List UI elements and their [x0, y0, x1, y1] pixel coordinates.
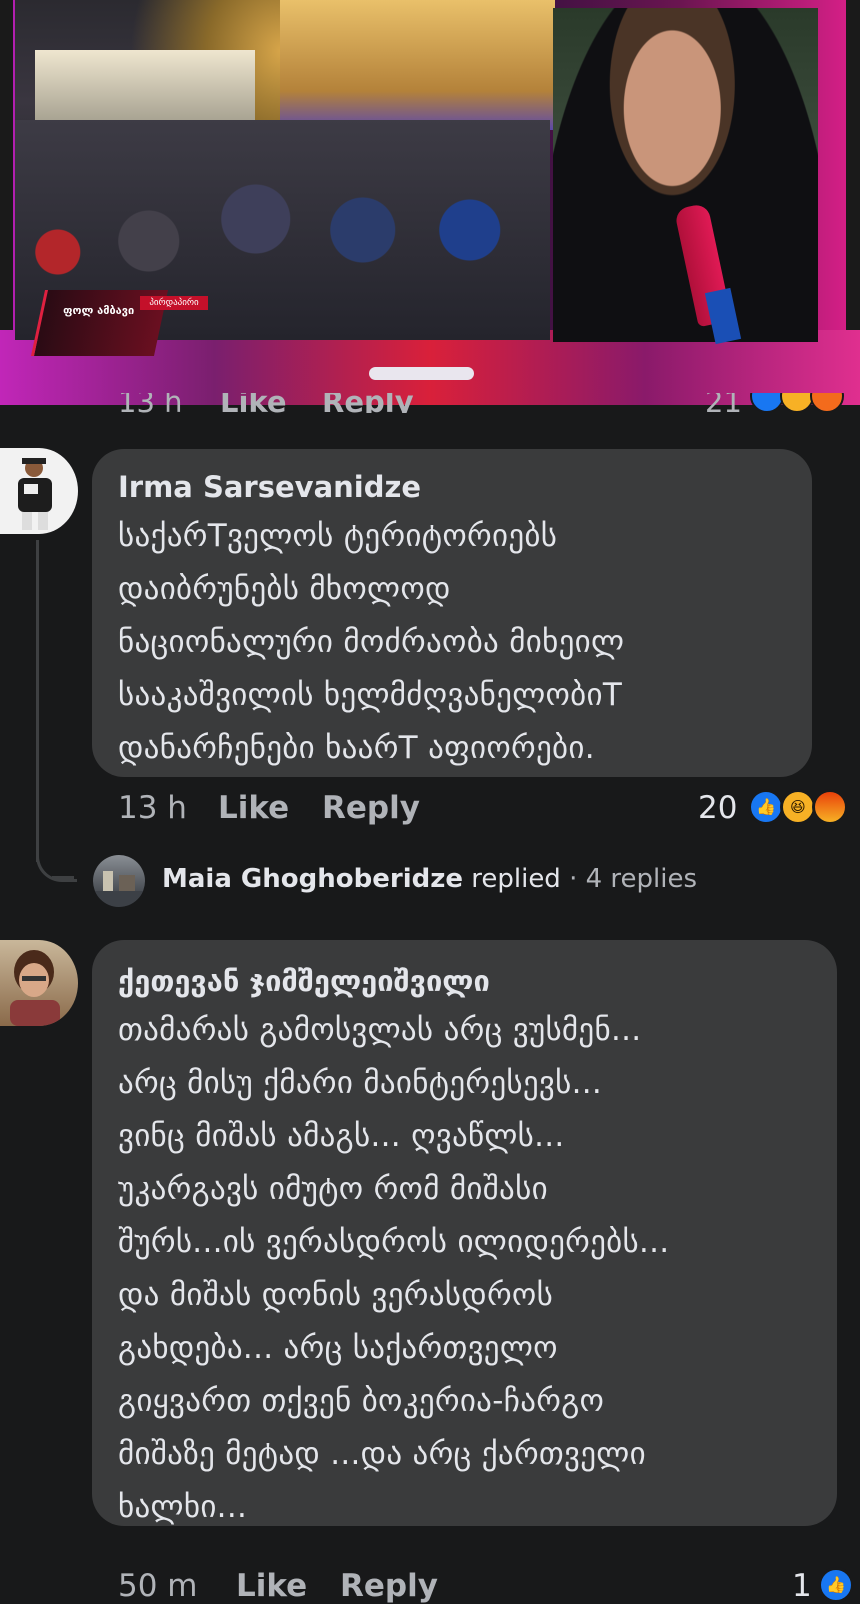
- reporter-video-pane: [553, 8, 818, 342]
- reply-author: Maia Ghoghoberidze: [162, 864, 463, 894]
- video-player[interactable]: ფოლ ამბავი პირდაპირი: [0, 0, 860, 405]
- previous-reaction-count: 21: [705, 393, 742, 413]
- comment-text-line: და მიშას დონის ვერასდროს: [118, 1277, 554, 1313]
- reply-button[interactable]: Reply: [340, 1568, 438, 1604]
- comment-author[interactable]: Irma Sarsevanidze: [118, 470, 421, 504]
- comment-time: 13 h: [118, 790, 187, 826]
- avatar[interactable]: [0, 448, 78, 534]
- haha-icon: 😆: [780, 789, 816, 825]
- like-icon: [750, 393, 784, 413]
- previous-comment-meta: 13 h Like Reply 21: [0, 393, 860, 413]
- lit-building-image: [280, 0, 555, 130]
- reply-separator: ·: [569, 864, 578, 894]
- previous-like-button[interactable]: Like: [220, 393, 287, 413]
- comment-text-line: ხალხი...: [118, 1489, 248, 1525]
- replies-summary[interactable]: Maia Ghoghoberidze replied · 4 replies: [162, 864, 697, 894]
- thread-line: [36, 540, 39, 862]
- comment-text-line: ნაციონალური მოძრაობა მიხეილ: [118, 624, 625, 660]
- reply-count: 4 replies: [585, 864, 698, 894]
- comment-text-line: გიყვართ თქვენ ბოკერია-ჩარგო: [118, 1383, 605, 1419]
- previous-time: 13 h: [118, 393, 183, 413]
- angry-icon: [810, 393, 844, 413]
- reply-action: replied: [471, 864, 561, 894]
- avatar[interactable]: [0, 940, 78, 1026]
- person-avatar-icon: [10, 950, 60, 1026]
- comment-text-line: მიშაზე მეტად ...და არც ქართველი: [118, 1436, 646, 1472]
- like-button[interactable]: Like: [236, 1568, 307, 1604]
- live-tag: პირდაპირი: [140, 296, 208, 310]
- thread-curve: [36, 842, 77, 882]
- comment-text-line: ვინც მიშას ამაგს... ღვაწლს...: [118, 1118, 565, 1154]
- angry-icon: [812, 789, 848, 825]
- comment-time: 50 m: [118, 1568, 198, 1604]
- like-icon: 👍: [748, 789, 784, 825]
- reaction-count[interactable]: 1: [792, 1568, 812, 1604]
- reaction-count[interactable]: 20: [698, 790, 737, 826]
- comment-text-line: გახდება... არც საქართველო: [118, 1330, 558, 1366]
- comment-text-line: უკარგავს იმუტო რომ მიშასი: [118, 1171, 548, 1207]
- home-indicator[interactable]: [369, 367, 474, 380]
- comment-text-line: სააკაშვილის ხელმძღვანელობიT: [118, 677, 623, 713]
- comment-text-line: შურს...ის ვერასდროს ილიდერებს...: [118, 1224, 670, 1260]
- person-avatar-icon: [18, 458, 52, 530]
- comment-text-line: დაიბრუნებს მხოლოდ: [118, 571, 451, 607]
- reply-button[interactable]: Reply: [322, 790, 420, 826]
- comment-text-line: საქარTველოს ტერიტორიებს: [118, 518, 558, 554]
- haha-icon: [780, 393, 814, 413]
- crowd-video-pane: [15, 0, 555, 340]
- like-button[interactable]: Like: [218, 790, 289, 826]
- white-building-image: [35, 50, 255, 130]
- photo-avatar-icon: [93, 871, 145, 907]
- avatar[interactable]: [93, 855, 145, 907]
- comment-author[interactable]: ქეთევან ჯიმშელეიშვილი: [118, 964, 490, 998]
- previous-reply-button[interactable]: Reply: [322, 393, 414, 413]
- comment-text-line: თამარას გამოსვლას არც ვუსმენ...: [118, 1012, 642, 1048]
- comment-text-line: დანარჩენები ხაარT აფიორები.: [118, 730, 595, 766]
- comment-text-line: არც მისუ ქმარი მაინტერესევს...: [118, 1065, 603, 1101]
- like-icon: 👍: [818, 1567, 854, 1603]
